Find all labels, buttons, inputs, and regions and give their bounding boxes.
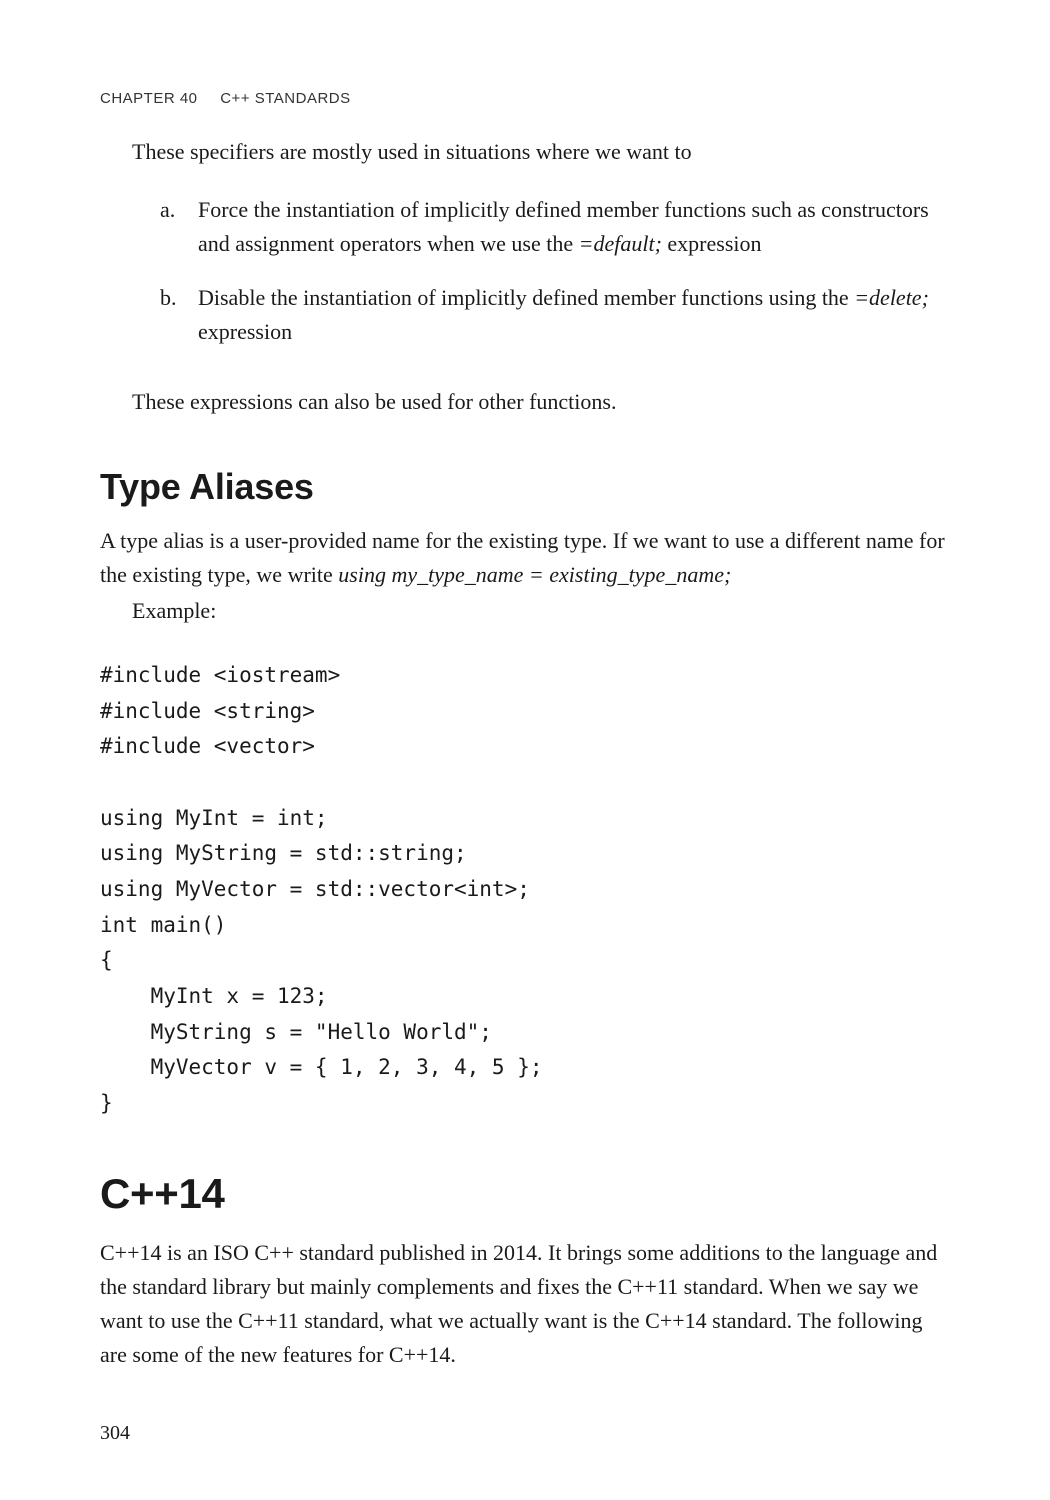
example-label: Example:: [100, 594, 950, 628]
list-b-post: expression: [198, 319, 292, 344]
chapter-label: CHAPTER 40: [100, 90, 198, 107]
section-heading-type-aliases: Type Aliases: [100, 466, 950, 508]
code-block: #include <iostream> #include <string> #i…: [100, 658, 950, 1122]
list-body-b: Disable the instantiation of implicitly …: [198, 281, 950, 349]
list-item: b. Disable the instantiation of implicit…: [160, 281, 950, 349]
cpp14-paragraph: C++14 is an ISO C++ standard published i…: [100, 1236, 950, 1372]
list-body-a: Force the instantiation of implicitly de…: [198, 193, 950, 261]
after-list-paragraph: These expressions can also be used for o…: [100, 385, 950, 419]
section-heading-cpp14: C++14: [100, 1170, 950, 1218]
list-b-em: =delete;: [854, 285, 929, 310]
type-aliases-paragraph: A type alias is a user-provided name for…: [100, 524, 950, 592]
list-a-post: expression: [662, 231, 762, 256]
list-a-em: =default;: [579, 231, 662, 256]
list-a-pre: Force the instantiation of implicitly de…: [198, 197, 929, 256]
running-header: CHAPTER 40 C++ STANDARDS: [100, 90, 950, 107]
type-aliases-em: using my_type_name = existing_type_name;: [338, 562, 731, 587]
intro-paragraph: These specifiers are mostly used in situ…: [100, 135, 950, 169]
ordered-list: a. Force the instantiation of implicitly…: [100, 193, 950, 369]
list-b-pre: Disable the instantiation of implicitly …: [198, 285, 854, 310]
page: CHAPTER 40 C++ STANDARDS These specifier…: [0, 0, 1050, 1500]
page-number: 304: [100, 1422, 130, 1445]
chapter-title: C++ STANDARDS: [220, 90, 350, 107]
list-marker-b: b.: [160, 281, 198, 349]
list-marker-a: a.: [160, 193, 198, 261]
list-item: a. Force the instantiation of implicitly…: [160, 193, 950, 261]
